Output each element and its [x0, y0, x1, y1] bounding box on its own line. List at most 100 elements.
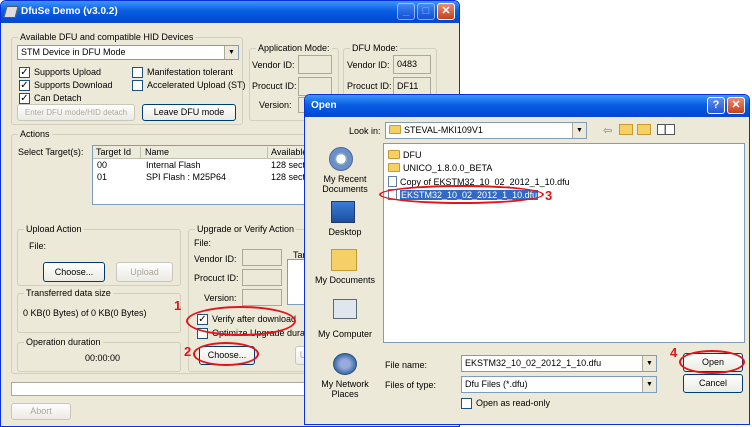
supports-upload-checkbox: ✓ — [19, 67, 30, 78]
upload-button[interactable]: Upload — [116, 262, 173, 282]
dfu-vendor-field: 0483 — [393, 55, 431, 74]
dialog-title: Open — [311, 100, 337, 111]
col-available[interactable]: Available — [271, 147, 306, 157]
readonly-label: Open as read-only — [476, 398, 551, 408]
help-button[interactable]: ? — [707, 97, 725, 114]
list-item[interactable]: UNICO_1.8.0.0_BETA — [388, 163, 492, 174]
place-my-computer[interactable]: My Computer — [311, 297, 379, 345]
supports-download-label: Supports Download — [34, 80, 113, 90]
app-icon — [3, 6, 19, 18]
dfu-mode-legend: DFU Mode: — [350, 43, 401, 53]
annotation-ellipse-file — [379, 185, 544, 204]
minimize-button[interactable]: _ — [397, 3, 415, 20]
up-folder-icon[interactable] — [619, 124, 633, 135]
place-label: My Documents — [314, 275, 376, 285]
app-mode-legend: Application Mode: — [256, 43, 332, 53]
place-label: My Recent Documents — [322, 174, 368, 194]
transferred-value: 0 KB(0 Bytes) of 0 KB(0 Bytes) — [23, 308, 147, 318]
annotation-4: 4 — [670, 345, 678, 360]
cancel-button[interactable]: Cancel — [683, 374, 743, 393]
new-folder-icon[interactable] — [637, 124, 651, 135]
list-item[interactable]: DFU — [388, 150, 422, 161]
actions-legend: Actions — [18, 129, 52, 139]
places-bar: My Recent Documents Desktop My Documents… — [311, 145, 379, 409]
file-name: DFU — [403, 150, 422, 160]
file-name: UNICO_1.8.0.0_BETA — [403, 163, 493, 173]
close-button[interactable]: ✕ — [437, 3, 455, 20]
table-row[interactable]: 01 SPI Flash : M25P64 128 sect — [93, 172, 306, 183]
file-list: DFU UNICO_1.8.0.0_BETA Copy of EKSTM32_1… — [383, 143, 745, 343]
recent-documents-icon — [329, 147, 353, 171]
device-select[interactable]: STM Device in DFU Mode ▼ — [17, 45, 239, 60]
leave-dfu-button[interactable]: Leave DFU mode — [142, 104, 236, 121]
can-detach-checkbox: ✓ — [19, 93, 30, 104]
dfu-product-value: DF11 — [397, 81, 419, 91]
place-network[interactable]: My Network Places — [311, 351, 379, 407]
place-my-documents[interactable]: My Documents — [311, 247, 379, 291]
place-label: Desktop — [328, 227, 362, 237]
app-version-label: Version: — [259, 100, 292, 110]
abort-button[interactable]: Abort — [11, 403, 71, 420]
table-row[interactable]: 00 Internal Flash 128 sect — [93, 160, 306, 171]
window-title: DfuSe Demo (v3.0.2) — [21, 6, 118, 17]
look-in-select[interactable]: STEVAL-MKI109V1 ▼ — [385, 122, 587, 139]
dfu-vendor-label: Vendor ID: — [347, 60, 390, 70]
upgrade-product-label: Procuct ID: — [194, 273, 239, 283]
annotation-ellipse-open — [679, 350, 745, 374]
app-vendor-label: Vendor ID: — [252, 60, 295, 70]
row-target-id: 00 — [97, 160, 108, 170]
readonly-checkbox[interactable] — [461, 398, 472, 409]
transferred-legend: Transferred data size — [24, 288, 113, 298]
row-available: 128 sect — [271, 160, 306, 170]
row-target-id: 01 — [97, 172, 108, 182]
chevron-down-icon[interactable]: ▼ — [572, 123, 586, 138]
chevron-down-icon[interactable]: ▼ — [642, 377, 656, 392]
row-name: SPI Flash : M25P64 — [146, 172, 227, 182]
operation-value: 00:00:00 — [85, 353, 121, 363]
place-desktop[interactable]: Desktop — [311, 199, 379, 243]
annotation-3: 3 — [545, 188, 553, 203]
upload-choose-button[interactable]: Choose... — [43, 262, 105, 282]
back-icon[interactable]: ⇦ — [603, 124, 612, 137]
maximize-button[interactable]: □ — [417, 3, 435, 20]
targets-header: Target Id Name Available — [93, 146, 306, 159]
upgrade-version-label: Version: — [204, 293, 237, 303]
look-in-value: STEVAL-MKI109V1 — [404, 125, 483, 135]
dfu-product-label: Procuct ID: — [347, 81, 392, 91]
manifestation-checkbox — [132, 67, 143, 78]
file-icon — [388, 176, 397, 187]
upgrade-version-field — [242, 289, 282, 306]
dialog-close-button[interactable]: ✕ — [727, 97, 745, 114]
open-titlebar: Open ? ✕ — [305, 95, 749, 117]
file-name-input[interactable]: EKSTM32_10_02_2012_1_10.dfu ▼ — [461, 355, 657, 372]
col-name[interactable]: Name — [145, 147, 169, 157]
file-type-label: Files of type: — [385, 380, 437, 390]
file-type-select[interactable]: Dfu Files (*.dfu) ▼ — [461, 376, 657, 393]
enter-dfu-button[interactable]: Enter DFU mode/HID detach — [17, 104, 135, 121]
can-detach-label: Can Detach — [34, 93, 82, 103]
dfuse-titlebar: DfuSe Demo (v3.0.2) _ □ ✕ — [1, 1, 459, 23]
upgrade-product-field — [242, 269, 282, 286]
folder-icon — [389, 125, 401, 134]
views-menu-icon[interactable] — [657, 124, 675, 135]
row-available: 128 sect — [271, 172, 306, 182]
app-product-label: Procuct ID: — [252, 81, 297, 91]
chevron-down-icon[interactable]: ▼ — [642, 356, 656, 371]
upgrade-file-label: File: — [194, 238, 212, 248]
supports-upload-label: Supports Upload — [34, 67, 102, 77]
look-in-label: Look in: — [349, 126, 381, 136]
folder-icon — [388, 163, 400, 172]
annotation-ellipse-verify — [186, 306, 296, 336]
devices-legend: Available DFU and compatible HID Devices — [18, 32, 196, 42]
accelerated-upload-label: Accelerated Upload (ST) — [147, 80, 246, 90]
upgrade-legend: Upgrade or Verify Action — [195, 224, 297, 234]
annotation-1: 1 — [174, 298, 182, 313]
place-recent[interactable]: My Recent Documents — [311, 145, 379, 197]
upload-action-legend: Upload Action — [24, 224, 84, 234]
annotation-ellipse-choose — [193, 342, 259, 366]
app-vendor-field — [298, 55, 332, 74]
col-target-id[interactable]: Target Id — [96, 147, 131, 157]
operation-legend: Operation duration — [24, 337, 103, 347]
chevron-down-icon[interactable]: ▼ — [224, 46, 238, 59]
file-name-label: File name: — [385, 360, 428, 370]
